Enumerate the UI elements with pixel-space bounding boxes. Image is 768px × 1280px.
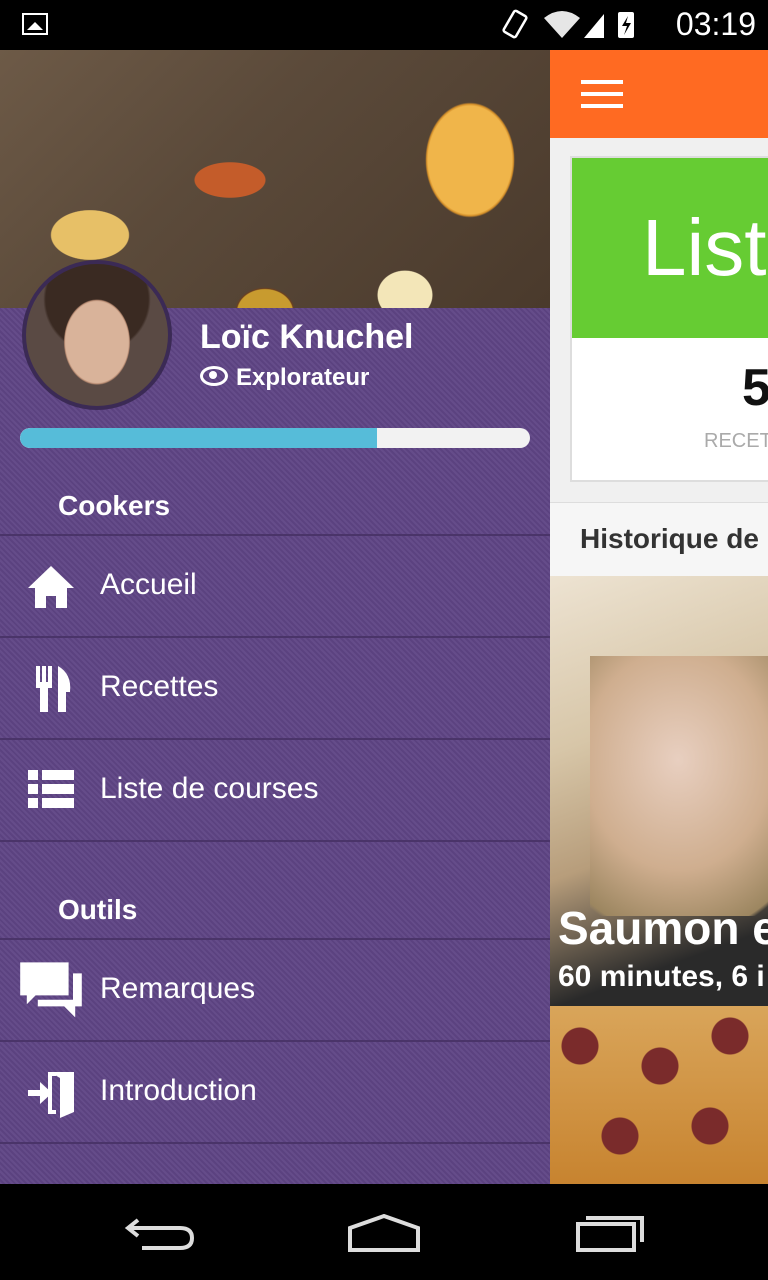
image-notification-icon [22, 13, 48, 35]
clock: 03:19 [675, 6, 756, 42]
user-rank: Explorateur [200, 364, 369, 392]
history-header: Historique de [550, 502, 768, 577]
fork-knife-icon [36, 666, 71, 712]
drawer-item-label: Remarques [100, 972, 256, 1005]
recipe-card[interactable]: Saumon e 60 minutes, 6 i [550, 576, 768, 1006]
drawer-item-label: Liste de courses [100, 772, 319, 805]
drawer-item-introduction[interactable]: Introduction [0, 1040, 550, 1140]
user-rank-label: Explorateur [236, 364, 370, 391]
section-title-outils: Outils [58, 894, 138, 925]
drawer-item-label: Recettes [100, 670, 219, 703]
recipe-meta: 60 minutes, 6 i [558, 960, 765, 993]
divider [0, 840, 550, 842]
navigation-drawer: Loïc Knuchel Explorateur Cookers Accueil… [0, 50, 550, 1184]
wifi-icon [544, 11, 580, 38]
drawer-item-recettes[interactable]: Recettes [0, 636, 550, 736]
comments-icon [20, 962, 82, 1018]
signal-icon [584, 14, 604, 38]
shopping-list-card[interactable]: Liste 5 RECETTES [570, 156, 768, 482]
vibrate-icon [502, 9, 528, 39]
drawer-item-remarques[interactable]: Remarques [0, 938, 550, 1038]
home-button-icon[interactable] [346, 1214, 422, 1254]
eye-icon [200, 366, 228, 386]
menu-icon[interactable] [581, 80, 623, 108]
recipe-card-image[interactable] [550, 1006, 768, 1184]
divider [0, 1142, 550, 1144]
recipe-title: Saumon e [558, 902, 768, 954]
card-title: Liste [572, 158, 768, 338]
main-app-background: Liste 5 RECETTES Historique de Saumon e … [550, 50, 768, 1184]
card-count-label: RECETTES [704, 430, 768, 452]
sign-in-icon [28, 1072, 74, 1118]
status-bar: 03:19 [0, 0, 768, 50]
drawer-item-label: Introduction [100, 1074, 257, 1107]
battery-icon [618, 12, 634, 38]
list-icon [28, 770, 74, 808]
drawer-item-liste-de-courses[interactable]: Liste de courses [0, 738, 550, 838]
user-progress-fill [20, 428, 377, 448]
avatar[interactable] [22, 260, 172, 410]
system-nav-bar [0, 1184, 768, 1280]
back-icon[interactable] [124, 1214, 196, 1254]
home-icon [28, 566, 74, 608]
user-progress-bar [20, 428, 530, 448]
section-title-cookers: Cookers [58, 490, 171, 521]
app-bar [550, 50, 768, 138]
drawer-item-label: Accueil [100, 568, 197, 601]
history-header-label: Historique de [580, 523, 759, 554]
card-count: 5 [742, 359, 768, 417]
user-name: Loïc Knuchel [200, 318, 414, 356]
recent-apps-icon[interactable] [574, 1214, 646, 1254]
recipe-image [590, 656, 768, 916]
drawer-item-accueil[interactable]: Accueil [0, 534, 550, 634]
status-icons [502, 9, 634, 39]
